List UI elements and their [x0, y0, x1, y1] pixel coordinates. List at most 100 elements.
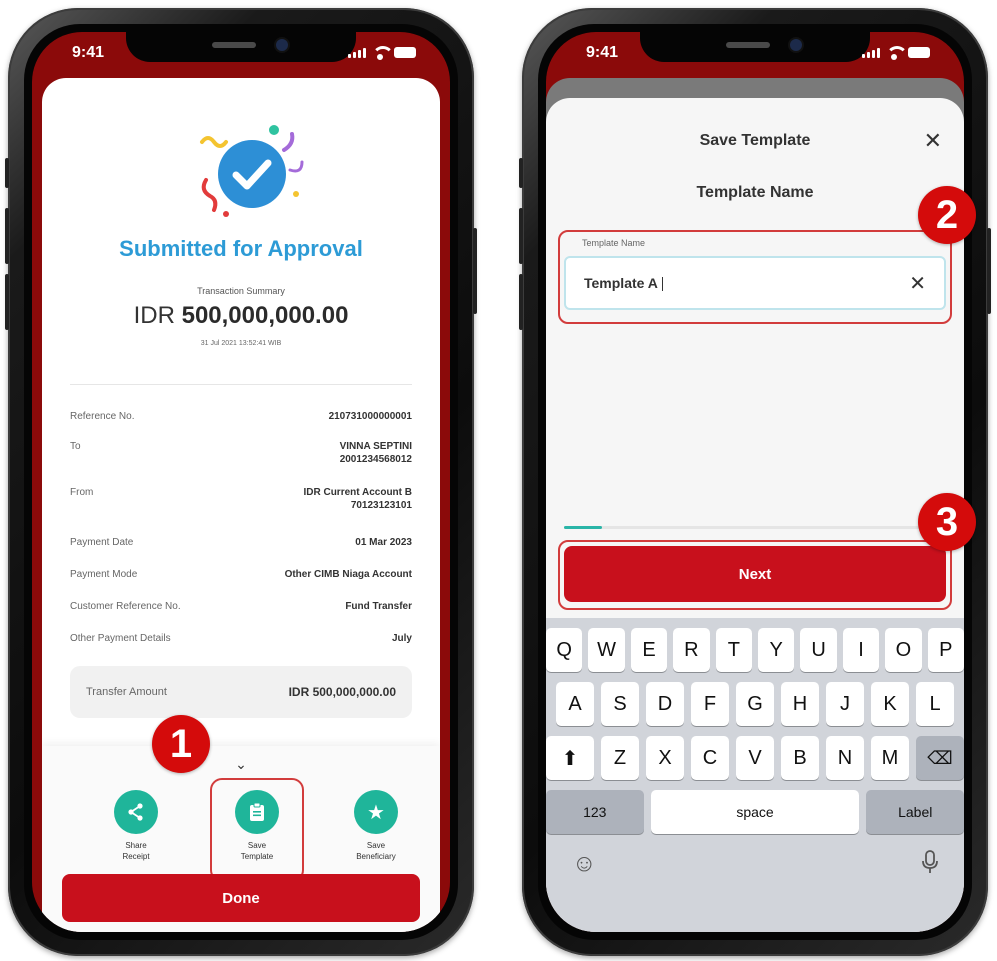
key-z[interactable]: Z: [601, 736, 639, 780]
key-e[interactable]: E: [630, 628, 668, 672]
screen-right: 9:41 Save Template ✕ Template Name Templ…: [546, 32, 964, 932]
detail-row-other-payment: Other Payment Details July: [70, 632, 412, 645]
detail-label: Reference No.: [70, 411, 135, 422]
keyboard-row-3-letters: ZXCVBNM: [601, 736, 909, 780]
next-button[interactable]: Next: [564, 546, 946, 602]
save-template-button[interactable]: Save Template: [217, 790, 297, 862]
battery-icon: [394, 47, 416, 58]
summary-label: Transaction Summary: [197, 286, 285, 296]
detail-row-to: To VINNA SEPTINI 2001234568012: [70, 440, 412, 466]
key-g[interactable]: G: [736, 682, 774, 726]
clipboard-icon: [235, 790, 279, 834]
transfer-amount-box: Transfer Amount IDR 500,000,000.00: [70, 666, 412, 718]
key-c[interactable]: C: [691, 736, 729, 780]
key-k[interactable]: K: [871, 682, 909, 726]
key-y[interactable]: Y: [758, 628, 795, 672]
key-a[interactable]: A: [556, 682, 594, 726]
key-w[interactable]: W: [588, 628, 625, 672]
microphone-icon[interactable]: [922, 850, 938, 881]
detail-label: From: [70, 487, 94, 498]
source-account-name: IDR Current Account B: [303, 487, 412, 498]
beneficiary-account: 2001234568012: [339, 454, 412, 465]
signal-icon: [862, 48, 880, 58]
key-h[interactable]: H: [781, 682, 819, 726]
amount-value: 500,000,000.00: [181, 302, 349, 329]
detail-value: IDR Current Account B 70123123101: [303, 486, 412, 512]
keyboard-row-3: ⬆ ZXCVBNM ⌫: [546, 736, 964, 780]
detail-row-payment-mode: Payment Mode Other CIMB Niaga Account: [70, 568, 412, 581]
page-title: Submitted for Approval: [119, 236, 363, 261]
shift-key[interactable]: ⬆: [546, 736, 594, 780]
detail-value: 01 Mar 2023: [355, 537, 412, 548]
detail-value: July: [391, 633, 412, 644]
detail-row-reference: Reference No. 210731000000001: [70, 410, 412, 423]
step-badge-3: 3: [918, 493, 976, 551]
template-name-value[interactable]: Template A: [584, 275, 909, 292]
status-icons: [348, 46, 416, 60]
keyboard-row-1: QWERTYUIOP: [546, 628, 964, 672]
progress-bar: [564, 526, 946, 529]
key-s[interactable]: S: [601, 682, 639, 726]
transaction-timestamp: 31 Jul 2021 13:52:41 WIB: [200, 340, 282, 347]
close-icon[interactable]: ✕: [924, 128, 942, 154]
share-receipt-button[interactable]: Share Receipt: [96, 790, 176, 862]
signal-icon: [348, 48, 366, 58]
wifi-icon: [372, 46, 394, 60]
modal-title: Save Template: [699, 132, 811, 149]
key-o[interactable]: O: [885, 628, 922, 672]
battery-icon: [908, 47, 930, 58]
section-title: Template Name: [696, 184, 814, 201]
key-v[interactable]: V: [736, 736, 774, 780]
chevron-down-icon[interactable]: ⌄: [235, 756, 247, 773]
key-d[interactable]: D: [646, 682, 684, 726]
key-n[interactable]: N: [826, 736, 864, 780]
clear-icon[interactable]: ✕: [909, 271, 926, 296]
space-key[interactable]: space: [650, 790, 860, 834]
key-p[interactable]: P: [927, 628, 964, 672]
success-check-icon: [200, 125, 304, 217]
transfer-amount-value: IDR 500,000,000.00: [288, 685, 396, 699]
numbers-key[interactable]: 123: [546, 790, 644, 834]
detail-row-customer-reference: Customer Reference No. Fund Transfer: [70, 600, 412, 613]
keyboard: QWERTYUIOP ASDFGHJKL ⬆ ZXCVBNM ⌫ 123 spa…: [546, 618, 964, 932]
detail-row-payment-date: Payment Date 01 Mar 2023: [70, 536, 412, 549]
divider: [70, 384, 412, 385]
key-i[interactable]: I: [842, 628, 880, 672]
share-icon: [114, 790, 158, 834]
key-f[interactable]: F: [691, 682, 729, 726]
key-b[interactable]: B: [781, 736, 819, 780]
done-button[interactable]: Done: [62, 874, 420, 922]
detail-label: To: [70, 441, 81, 452]
detail-value: Fund Transfer: [345, 601, 412, 612]
template-name-input[interactable]: Template A ✕: [564, 256, 946, 310]
key-r[interactable]: R: [673, 628, 710, 672]
key-l[interactable]: L: [916, 682, 954, 726]
key-u[interactable]: U: [800, 628, 837, 672]
status-time: 9:41: [72, 44, 105, 61]
detail-label: Other Payment Details: [70, 633, 171, 644]
receipt-card: Submitted for Approval Transaction Summa…: [42, 78, 440, 932]
action-label: Save Template: [240, 841, 274, 861]
detail-value: Other CIMB Niaga Account: [284, 569, 412, 580]
phone-right: 9:41 Save Template ✕ Template Name Templ…: [519, 8, 991, 956]
save-beneficiary-button[interactable]: ★ Save Beneficiary: [336, 790, 416, 862]
return-key[interactable]: Label: [866, 790, 964, 834]
detail-label: Payment Mode: [70, 569, 138, 580]
amount-display: IDR 500,000,000.00: [42, 302, 440, 330]
keyboard-row-4: 123 space Label: [546, 790, 964, 834]
save-template-modal: Save Template ✕ Template Name Template N…: [546, 98, 964, 932]
key-t[interactable]: T: [715, 628, 752, 672]
action-label: Share Receipt: [122, 841, 150, 861]
key-q[interactable]: Q: [546, 628, 583, 672]
step-badge-1: 1: [152, 715, 210, 773]
detail-label: Customer Reference No.: [70, 601, 181, 612]
detail-label: Payment Date: [70, 537, 134, 548]
emoji-icon[interactable]: ☺: [572, 850, 597, 878]
key-x[interactable]: X: [646, 736, 684, 780]
key-j[interactable]: J: [826, 682, 864, 726]
text-caret: [661, 277, 663, 292]
detail-row-from: From IDR Current Account B 70123123101: [70, 486, 412, 512]
wifi-icon: [886, 46, 908, 60]
backspace-key[interactable]: ⌫: [916, 736, 964, 780]
key-m[interactable]: M: [871, 736, 909, 780]
